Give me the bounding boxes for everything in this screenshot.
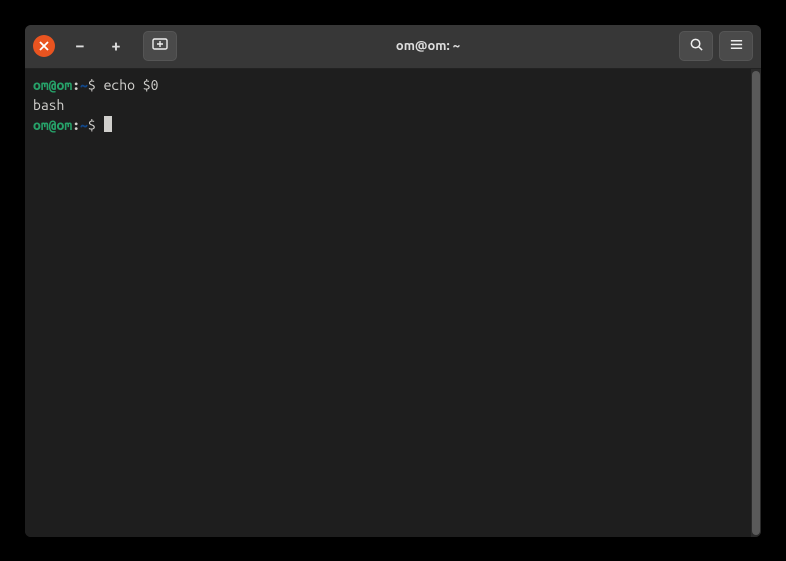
command-text: echo $0 [104,77,159,93]
prompt-separator: : [72,117,80,133]
prompt-user: om@om [33,117,72,133]
hamburger-icon [729,37,744,56]
terminal-line: om@om:~$ [33,115,753,135]
search-button[interactable] [679,31,713,61]
menu-button[interactable] [719,31,753,61]
scrollbar[interactable] [751,69,761,537]
terminal-window: − + om@om: ~ om@om:~$ echo $0 bash om@om… [25,25,761,537]
prompt-path: ~ [80,117,88,133]
close-button[interactable] [33,35,55,57]
scrollbar-thumb[interactable] [752,71,760,535]
search-icon [689,37,704,56]
prompt-user: om@om [33,77,72,93]
output-text: bash [33,97,64,113]
terminal-body[interactable]: om@om:~$ echo $0 bash om@om:~$ [25,69,761,537]
prompt-symbol: $ [88,117,104,133]
zoom-in-button[interactable]: + [101,31,131,61]
terminal-line: bash [33,95,753,115]
zoom-out-button[interactable]: − [65,31,95,61]
new-tab-button[interactable] [143,31,177,61]
prompt-separator: : [72,77,80,93]
close-icon [39,37,49,55]
titlebar: − + om@om: ~ [25,25,761,69]
new-tab-icon [152,36,168,56]
minus-icon: − [76,37,85,55]
cursor [104,116,112,132]
terminal-line: om@om:~$ echo $0 [33,75,753,95]
plus-icon: + [112,37,121,55]
prompt-symbol: $ [88,77,104,93]
window-title: om@om: ~ [183,39,673,53]
prompt-path: ~ [80,77,88,93]
